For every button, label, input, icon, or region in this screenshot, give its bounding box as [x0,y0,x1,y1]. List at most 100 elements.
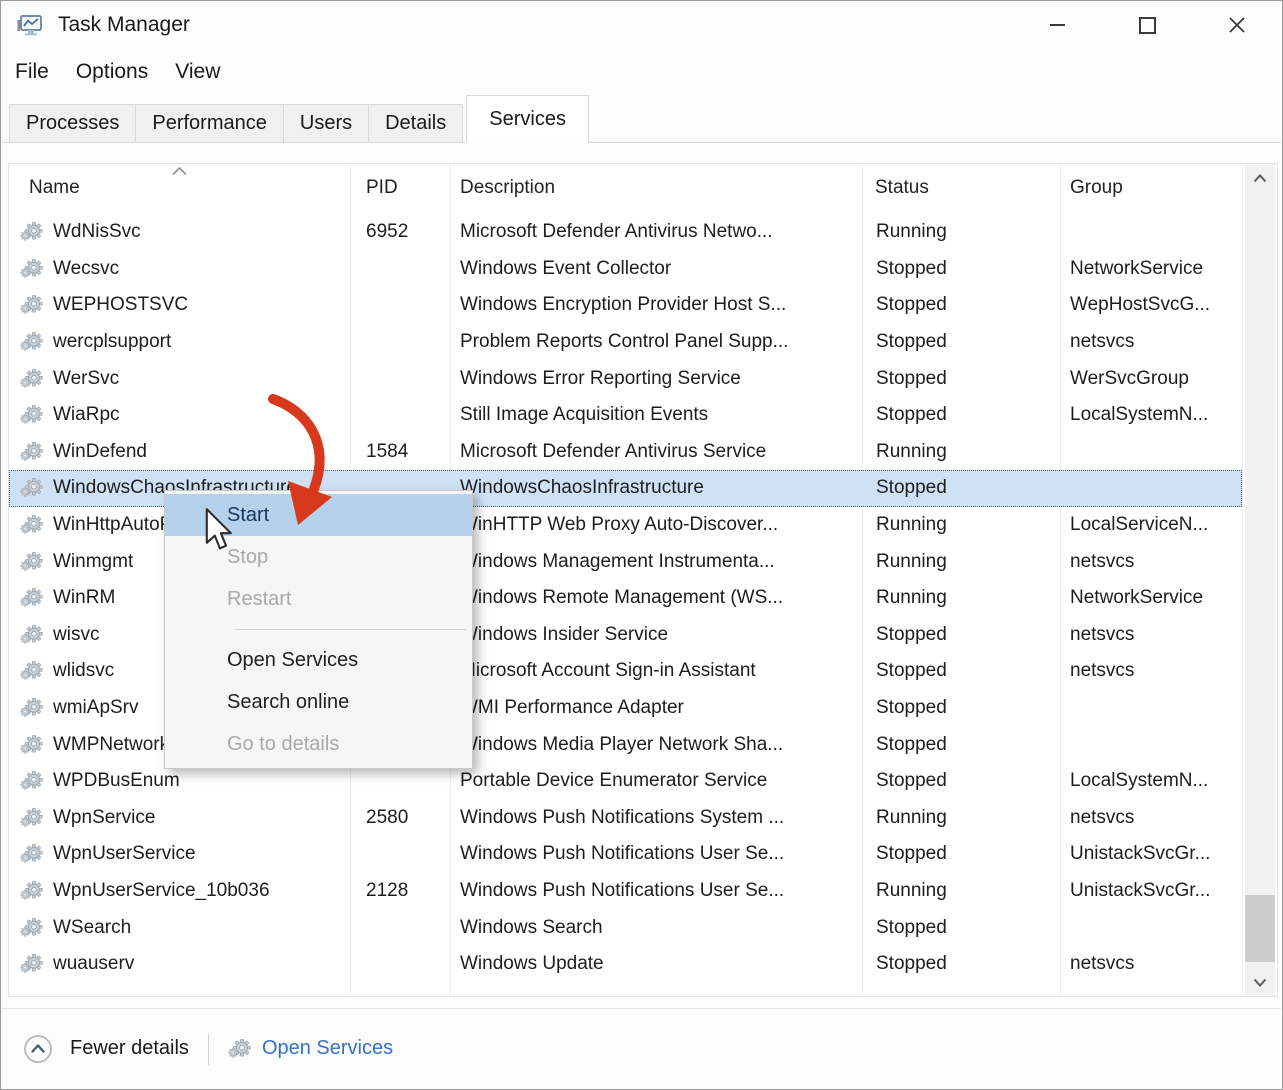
cell-description: Microsoft Defender Antivirus Service [450,441,862,463]
cell-description: Microsoft Defender Antivirus Netwo... [450,221,862,243]
tab-processes[interactable]: Processes [9,104,136,143]
cell-status: Running [862,221,1060,243]
chevron-up-circle-icon [23,1034,53,1064]
scroll-down-button[interactable] [1245,968,1275,996]
service-row-Wecsvc[interactable]: WecsvcWindows Event CollectorStoppedNetw… [9,251,1242,288]
open-services-label: Open Services [262,1037,393,1060]
scrollbar-thumb[interactable] [1245,895,1275,962]
cell-group: LocalSystemN... [1060,770,1242,792]
cell-group: WepHostSvcG... [1060,294,1242,316]
cell-name: WPDBusEnum [9,770,350,792]
cell-status: Running [862,514,1060,536]
cell-status: Running [862,551,1060,573]
context-menu-item-search-online[interactable]: Search online [165,681,472,723]
service-gear-icon [20,953,44,975]
column-header-name[interactable]: Name [29,164,80,212]
cell-group: netsvcs [1060,953,1242,975]
cell-pid: 2580 [350,807,450,829]
task-manager-window: Task Manager File Options View ProcessesPe… [0,0,1283,1090]
service-gear-icon [20,221,44,243]
cell-description: Windows Update [450,953,862,975]
cell-description: Windows Insider Service [450,624,862,646]
service-gear-icon [20,770,44,792]
cell-status: Running [862,880,1060,902]
service-row-WpnUserService_10b036[interactable]: WpnUserService_10b0362128Windows Push No… [9,873,1242,910]
cell-name: WpnService [9,807,350,829]
service-gear-icon [20,697,44,719]
tab-details[interactable]: Details [368,104,463,143]
cell-description: Windows Push Notifications System ... [450,807,862,829]
minimize-icon [1050,24,1065,26]
service-gear-icon [20,441,44,463]
cell-description: Microsoft Account Sign-in Assistant [450,660,862,682]
close-icon [1228,16,1246,34]
minimize-button[interactable] [1012,1,1102,49]
service-row-WpnService[interactable]: WpnService2580Windows Push Notifications… [9,800,1242,837]
column-header-group[interactable]: Group [1070,164,1123,212]
cell-group: netsvcs [1060,660,1242,682]
cell-name: WinDefend [9,441,350,463]
cell-description: WMI Performance Adapter [450,697,862,719]
open-services-link[interactable]: Open Services [228,1037,393,1060]
fewer-details-toggle[interactable]: Fewer details [23,1034,189,1064]
context-menu-item-open-services[interactable]: Open Services [165,639,472,681]
cell-status: Stopped [862,368,1060,390]
context-menu-item-go-to-details: Go to details [165,723,472,765]
maximize-button[interactable] [1102,1,1192,49]
cell-name: wuauserv [9,953,350,975]
cell-status: Stopped [862,294,1060,316]
service-row-wuauserv[interactable]: wuauserv Windows UpdateStoppednetsvcs [9,946,1242,983]
service-row-WinDefend[interactable]: WinDefend1584Microsoft Defender Antiviru… [9,434,1242,471]
column-divider [1242,164,1243,996]
cell-status: Stopped [862,258,1060,280]
cell-group: WerSvcGroup [1060,368,1242,390]
cell-group: UnistackSvcGr... [1060,880,1242,902]
service-gear-icon [20,514,44,536]
menu-options[interactable]: Options [76,60,148,84]
title-bar: Task Manager [1,1,1282,49]
scroll-up-button[interactable] [1245,164,1275,192]
close-button[interactable] [1192,1,1282,49]
window-title: Task Manager [58,13,190,37]
cell-group: netsvcs [1060,551,1242,573]
column-header-description[interactable]: Description [460,164,555,212]
cell-pid: 2128 [350,880,450,902]
context-menu-item-restart: Restart [165,578,472,620]
column-header-pid[interactable]: PID [366,164,398,212]
tab-users[interactable]: Users [283,104,369,143]
cell-name: WerSvc [9,368,350,390]
cell-status: Stopped [862,843,1060,865]
cell-description: Windows Push Notifications User Se... [450,843,862,865]
cell-status: Running [862,441,1060,463]
cell-description: Windows Encryption Provider Host S... [450,294,862,316]
tab-list: ProcessesPerformanceUsersDetailsServices [10,95,589,143]
cell-description: Still Image Acquisition Events [450,404,862,426]
service-row-WdNisSvc[interactable]: WdNisSvc6952Microsoft Defender Antivirus… [9,214,1242,251]
footer-divider [208,1033,209,1065]
cell-name: WpnUserService [9,843,350,865]
tab-performance[interactable]: Performance [135,104,284,143]
cell-status: Stopped [862,660,1060,682]
menu-view[interactable]: View [175,60,220,84]
menu-file[interactable]: File [15,60,49,84]
service-row-WiaRpc[interactable]: WiaRpcStill Image Acquisition EventsStop… [9,397,1242,434]
service-row-WEPHOSTSVC[interactable]: WEPHOSTSVCWindows Encryption Provider Ho… [9,287,1242,324]
service-gear-icon [20,660,44,682]
cell-description: Windows Search [450,917,862,939]
cell-group: LocalSystemN... [1060,404,1242,426]
column-header-status[interactable]: Status [875,164,929,212]
context-menu-item-stop: Stop [165,536,472,578]
service-row-WerSvc[interactable]: WerSvcWindows Error Reporting ServiceSto… [9,360,1242,397]
cell-name: WSearch [9,917,350,939]
service-gear-icon [20,551,44,573]
context-menu-item-start[interactable]: Start [165,494,472,536]
cell-group: netsvcs [1060,624,1242,646]
tab-bar: ProcessesPerformanceUsersDetailsServices [2,94,1281,143]
service-row-WSearch[interactable]: WSearchWindows SearchStopped [9,909,1242,946]
cell-name: WpnUserService_10b036 [9,880,350,902]
service-row-WpnUserService[interactable]: WpnUserService Windows Push Notifications… [9,836,1242,873]
service-row-wercplsupport[interactable]: wercplsupportProblem Reports Control Pan… [9,324,1242,361]
tab-services[interactable]: Services [466,95,589,143]
cell-status: Stopped [862,953,1060,975]
cell-description: Windows Event Collector [450,258,862,280]
